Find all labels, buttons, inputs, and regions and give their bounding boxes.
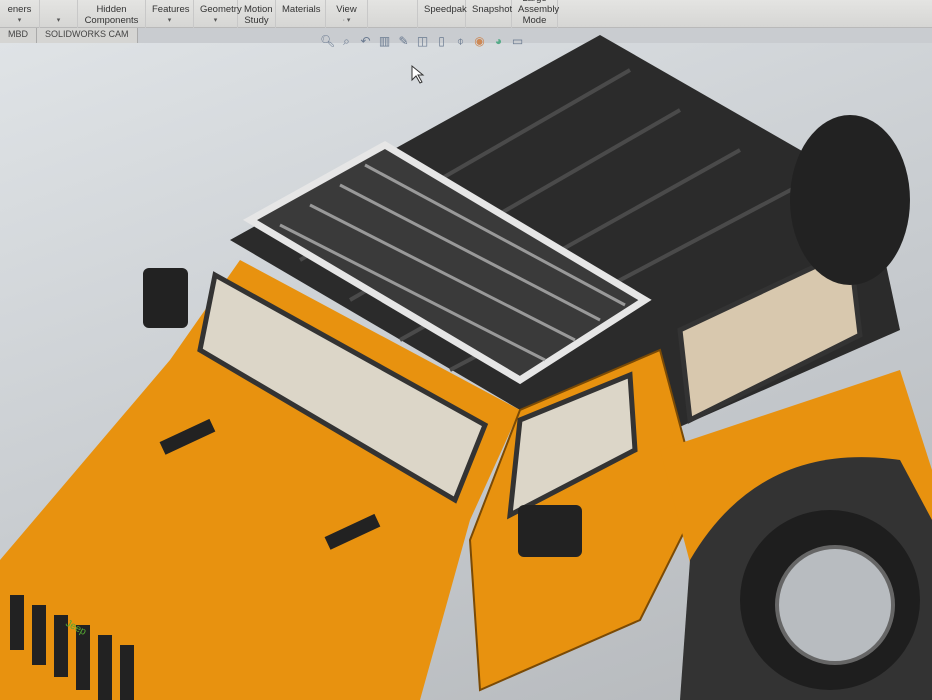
left-mirror (143, 268, 188, 328)
side-mirror (518, 505, 582, 557)
edit-appearance-icon[interactable]: ◉ (472, 34, 487, 49)
section-view-icon[interactable]: ▥ (377, 34, 392, 49)
zoom-to-fit-icon[interactable]: 🔍︎ (320, 34, 335, 49)
jeep-model-3d[interactable]: Jeep (0, 0, 932, 700)
previous-view-icon[interactable]: ↶ (358, 34, 373, 49)
spare-tire (790, 115, 910, 285)
scene-icon[interactable]: ◕ (491, 34, 506, 49)
dynamic-annotation-icon[interactable]: ✎ (396, 34, 411, 49)
display-style-icon[interactable]: ▯ (434, 34, 449, 49)
view-settings-icon[interactable]: ▭ (510, 34, 525, 49)
heads-up-view-toolbar: 🔍︎ ⌕ ↶ ▥ ✎ ◫ ▯ ⌽ ◉ ◕ ▭ (320, 34, 525, 49)
hide-show-icon[interactable]: ⌽ (453, 34, 468, 49)
mouse-cursor-icon (411, 64, 425, 84)
view-orientation-icon[interactable]: ◫ (415, 34, 430, 49)
zoom-to-area-icon[interactable]: ⌕ (339, 34, 354, 49)
rear-rim (775, 545, 895, 665)
